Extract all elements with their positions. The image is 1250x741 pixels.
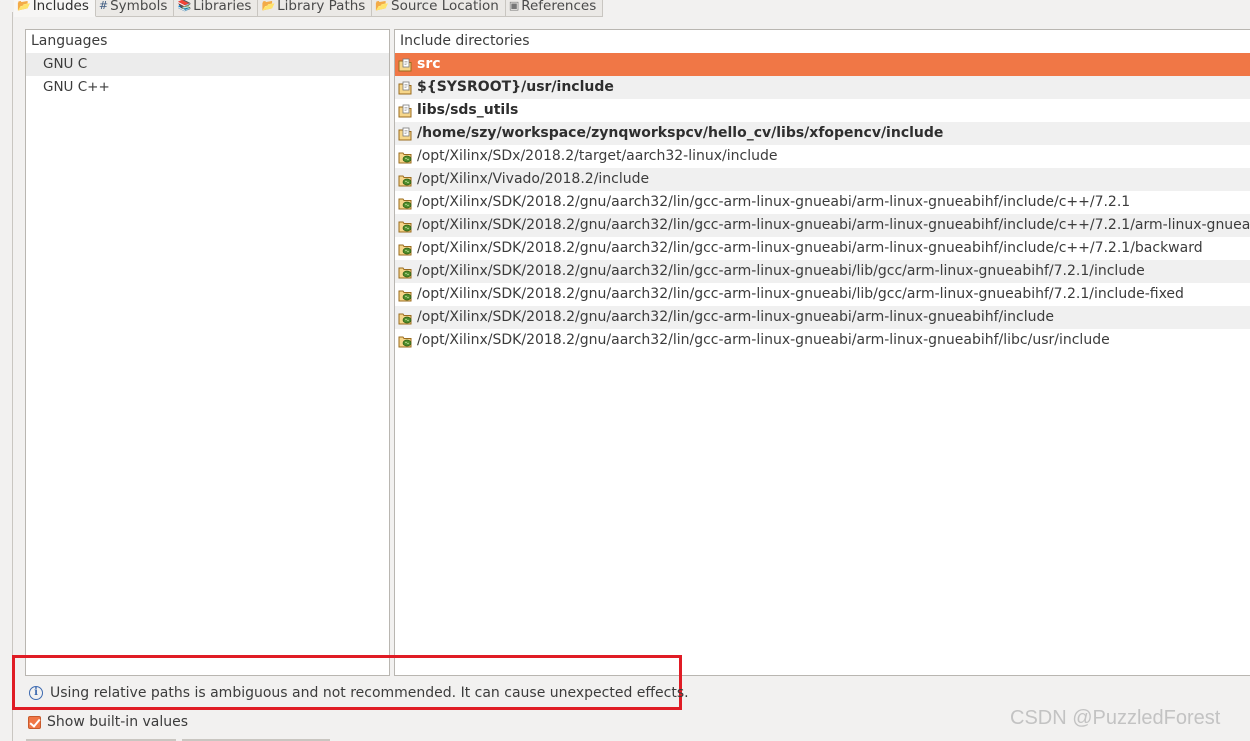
include-directory-row[interactable]: libs/sds_utils	[395, 99, 1250, 122]
languages-header: Languages	[26, 30, 389, 53]
include-directory-path: /home/szy/workspace/zynqworkspcv/hello_c…	[417, 125, 944, 141]
builtin-folder-icon	[398, 241, 412, 256]
include-directory-row[interactable]: /opt/Xilinx/SDK/2018.2/gnu/aarch32/lin/g…	[395, 283, 1250, 306]
builtin-folder-icon	[398, 287, 412, 302]
include-directory-row[interactable]: /opt/Xilinx/SDK/2018.2/gnu/aarch32/lin/g…	[395, 237, 1250, 260]
include-directory-path: ${SYSROOT}/usr/include	[417, 79, 614, 95]
relative-path-message: i Using relative paths is ambiguous and …	[29, 683, 689, 703]
include-directories-list[interactable]: Include directories src ${SYSROOT}/usr/in…	[394, 29, 1250, 676]
watermark: CSDN @PuzzledForest	[1010, 707, 1221, 729]
tab-label: Source Location	[391, 0, 499, 14]
builtin-folder-icon	[398, 333, 412, 348]
tab-label: Symbols	[110, 0, 168, 14]
include-directory-path: /opt/Xilinx/SDK/2018.2/gnu/aarch32/lin/g…	[417, 194, 1131, 210]
tab-libraries[interactable]: 📚 Libraries	[174, 0, 259, 17]
show-builtin-values[interactable]: Show built-in values	[28, 712, 188, 732]
include-directory-row[interactable]: /opt/Xilinx/SDK/2018.2/gnu/aarch32/lin/g…	[395, 260, 1250, 283]
builtin-folder-icon	[398, 195, 412, 210]
include-directory-row[interactable]: ${SYSROOT}/usr/include	[395, 76, 1250, 99]
left-border	[12, 12, 13, 741]
include-directory-path: src	[417, 56, 441, 72]
show-builtin-label: Show built-in values	[47, 714, 189, 730]
tab-strip: 📂 Includes # Symbols 📚 Libraries 📂 Libra…	[14, 0, 604, 17]
info-icon: i	[29, 686, 43, 700]
folder-source-icon: 📂	[375, 0, 390, 12]
include-directory-row[interactable]: /opt/Xilinx/Vivado/2018.2/include	[395, 168, 1250, 191]
include-directory-path: libs/sds_utils	[417, 102, 519, 118]
include-directory-path: /opt/Xilinx/SDK/2018.2/gnu/aarch32/lin/g…	[417, 240, 1203, 256]
library-icon: 📚	[177, 0, 192, 12]
include-directory-path: /opt/Xilinx/SDK/2018.2/gnu/aarch32/lin/g…	[417, 286, 1184, 302]
include-directory-path: /opt/Xilinx/SDK/2018.2/gnu/aarch32/lin/g…	[417, 263, 1145, 279]
show-builtin-checkbox[interactable]	[28, 715, 41, 729]
workspace-folder-icon	[398, 103, 412, 118]
tab-source-location[interactable]: 📂 Source Location	[372, 0, 506, 17]
include-directory-row[interactable]: /opt/Xilinx/SDx/2018.2/target/aarch32-li…	[395, 145, 1250, 168]
builtin-folder-icon	[398, 310, 412, 325]
include-directory-path: /opt/Xilinx/SDK/2018.2/gnu/aarch32/lin/g…	[417, 332, 1110, 348]
include-directory-row[interactable]: src	[395, 53, 1250, 76]
include-directory-row[interactable]: /opt/Xilinx/SDK/2018.2/gnu/aarch32/lin/g…	[395, 329, 1250, 352]
include-directory-row[interactable]: /opt/Xilinx/SDK/2018.2/gnu/aarch32/lin/g…	[395, 306, 1250, 329]
builtin-folder-icon	[398, 172, 412, 187]
include-directory-path: /opt/Xilinx/SDx/2018.2/target/aarch32-li…	[417, 148, 778, 164]
workspace-folder-icon	[398, 57, 412, 72]
language-item-gnu-c[interactable]: GNU C	[26, 53, 389, 76]
include-directory-row[interactable]: /opt/Xilinx/SDK/2018.2/gnu/aarch32/lin/g…	[395, 191, 1250, 214]
hash-icon: #	[98, 0, 109, 12]
tab-label: Library Paths	[277, 0, 366, 14]
builtin-folder-icon	[398, 264, 412, 279]
tab-includes[interactable]: 📂 Includes	[14, 0, 96, 17]
tab-label: References	[521, 0, 597, 14]
tab-label: Includes	[32, 0, 89, 14]
include-directory-path: /opt/Xilinx/SDK/2018.2/gnu/aarch32/lin/g…	[417, 217, 1250, 233]
workspace-folder-icon	[398, 80, 412, 95]
language-item-gnu-cpp[interactable]: GNU C++	[26, 76, 389, 99]
include-directory-row[interactable]: /opt/Xilinx/SDK/2018.2/gnu/aarch32/lin/g…	[395, 214, 1250, 237]
tab-label: Libraries	[193, 0, 252, 14]
folder-include-icon: 📂	[17, 0, 31, 12]
include-directory-path: /opt/Xilinx/SDK/2018.2/gnu/aarch32/lin/g…	[417, 309, 1054, 325]
builtin-folder-icon	[398, 218, 412, 233]
languages-list[interactable]: Languages GNU C GNU C++	[25, 29, 390, 676]
folder-library-icon: 📂	[261, 0, 276, 12]
include-directories-header: Include directories	[395, 30, 1250, 53]
tab-references[interactable]: ▣ References	[505, 0, 604, 17]
workspace-folder-icon	[398, 126, 412, 141]
tab-library-paths[interactable]: 📂 Library Paths	[258, 0, 373, 17]
include-directory-path: /opt/Xilinx/Vivado/2018.2/include	[417, 171, 650, 187]
tab-symbols[interactable]: # Symbols	[95, 0, 175, 17]
references-icon: ▣	[508, 0, 520, 12]
message-text: Using relative paths is ambiguous and no…	[50, 685, 689, 701]
builtin-folder-icon	[398, 149, 412, 164]
include-directory-row[interactable]: /home/szy/workspace/zynqworkspcv/hello_c…	[395, 122, 1250, 145]
